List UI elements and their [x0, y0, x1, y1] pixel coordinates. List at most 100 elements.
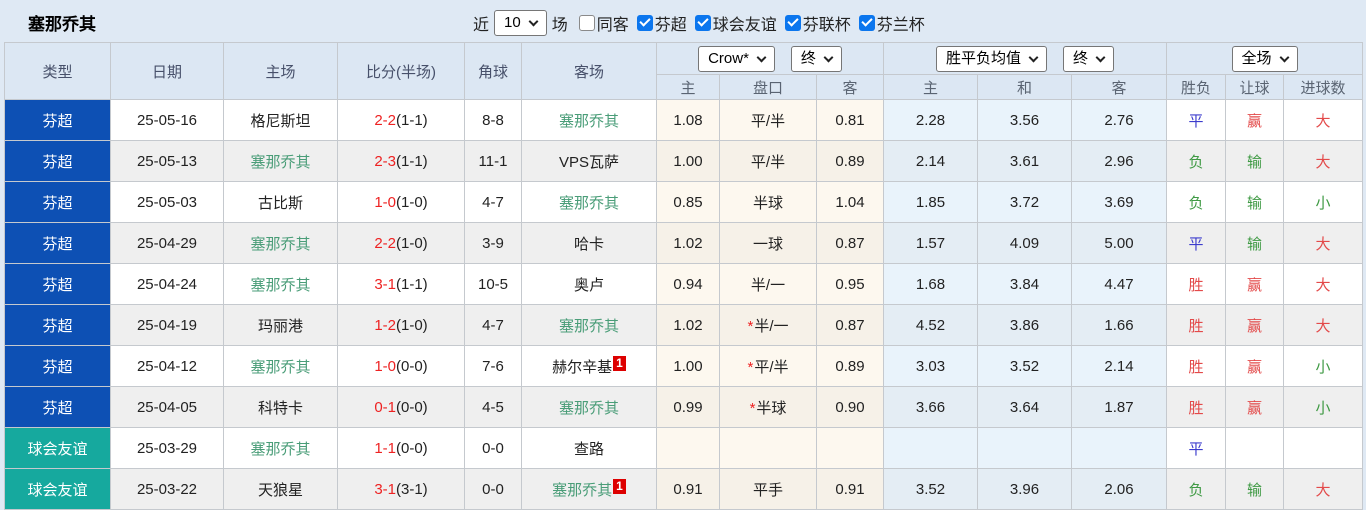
corners-cell: 0-0 — [464, 427, 522, 469]
team-name-text: 格尼斯坦 — [250, 112, 311, 130]
away-team-cell: 赫尔辛基 1 — [521, 345, 657, 387]
goals-result-cell — [1283, 427, 1364, 469]
handicap-result-cell — [1225, 427, 1285, 469]
date-cell: 25-04-05 — [110, 386, 224, 428]
date-cell: 25-04-29 — [110, 222, 224, 264]
score-cell: 2-2(1-0) — [337, 222, 465, 264]
avg-away-odds-cell: 2.76 — [1071, 99, 1168, 141]
handicap-away-odds-cell: 0.89 — [815, 140, 885, 182]
date-cell: 25-05-03 — [110, 181, 224, 223]
top-bar: 塞那乔其 近 10 场 同客 芬超 球会友谊 芬联杯 芬兰杯 — [0, 0, 1366, 42]
team-name-text: 科特卡 — [257, 399, 303, 417]
page-title: 塞那乔其 — [28, 15, 96, 34]
handicap-result-cell: 赢 — [1225, 386, 1285, 428]
fulltime-score: 0-1 — [374, 398, 396, 416]
checkbox-checked-icon[interactable] — [636, 14, 653, 31]
avg-home-odds-cell: 3.66 — [883, 386, 979, 428]
corners-cell: 3-9 — [464, 222, 522, 264]
score-cell: 2-3(1-1) — [337, 140, 465, 182]
avg-home-odds-cell: 4.52 — [883, 304, 979, 346]
away-team-cell: VPS瓦萨 — [521, 140, 657, 182]
fulltime-score: 3-1 — [374, 480, 396, 498]
handicap-result-cell: 赢 — [1225, 99, 1285, 141]
handicap-home-odds-cell: 0.91 — [656, 468, 720, 510]
handicap-home-odds-cell: 1.00 — [656, 345, 720, 387]
result-cell: 胜 — [1166, 263, 1227, 305]
handicap-time-select[interactable]: 终 — [790, 45, 842, 72]
filter-item: 芬兰杯 — [853, 11, 925, 35]
avg-draw-odds-cell: 3.84 — [977, 263, 1073, 305]
star-marker: * — [747, 358, 754, 376]
scope-select[interactable]: 全场 — [1231, 45, 1298, 72]
avg-draw-odds-cell: 3.64 — [977, 386, 1073, 428]
handicap-away-odds-cell: 0.81 — [815, 99, 885, 141]
table-row: 芬超 25-05-13 塞那乔其 2-3(1-1) 11-1 VPS瓦萨 1.00 平/半 0.… — [4, 140, 1364, 182]
avg-draw-odds-cell: 3.61 — [977, 140, 1073, 182]
avg-draw-odds-cell: 3.72 — [977, 181, 1073, 223]
team-name-text: 查路 — [573, 440, 604, 458]
chevron-down-icon — [1095, 52, 1106, 62]
handicap-line-cell: 平手 — [719, 468, 817, 510]
table-row: 球会友谊 25-03-22 天狼星 3-1(3-1) 0-0 塞那乔其 1 0.91 平手 0.9… — [4, 468, 1364, 510]
avg-odds-select[interactable]: 胜平负均值 — [936, 45, 1048, 72]
team-name-text: 塞那乔其 — [250, 276, 311, 294]
team-name-text: VPS瓦萨 — [558, 153, 619, 171]
score-cell: 0-1(0-0) — [337, 386, 465, 428]
checkbox-checked-icon[interactable] — [694, 14, 711, 31]
col-header-score: 比分(半场) — [337, 42, 465, 100]
goals-result-cell: 大 — [1283, 304, 1364, 346]
rank-badge: 1 — [613, 478, 626, 494]
col-header-corners: 角球 — [464, 42, 522, 100]
recent-count-select[interactable]: 10 — [494, 9, 547, 36]
matches-label: 场 — [551, 16, 568, 34]
halftime-score: (0-0) — [396, 398, 428, 416]
team-name-text: 塞那乔其 — [250, 153, 311, 171]
type-cell: 芬超 — [4, 99, 111, 141]
handicap-line-text: 半/一 — [750, 276, 786, 294]
handicap-away-odds-cell: 0.91 — [815, 468, 885, 510]
handicap-result-cell: 输 — [1225, 222, 1285, 264]
bookmaker-select[interactable]: Crow* — [698, 45, 775, 72]
star-marker: * — [749, 399, 756, 417]
handicap-line-text: 半球 — [752, 194, 783, 212]
type-cell: 球会友谊 — [4, 427, 111, 469]
avg-away-odds-cell: 5.00 — [1071, 222, 1168, 264]
checkbox-checked-icon[interactable] — [784, 14, 801, 31]
col-header-home: 主场 — [223, 42, 338, 100]
goals-result-cell: 大 — [1283, 140, 1364, 182]
checkbox-checked-icon[interactable] — [858, 14, 875, 31]
handicap-home-odds-cell: 1.00 — [656, 140, 720, 182]
handicap-home-odds-cell: 1.08 — [656, 99, 720, 141]
halftime-score: (0-0) — [396, 439, 428, 457]
goals-result-cell: 小 — [1283, 345, 1364, 387]
recent-label: 近 — [473, 16, 490, 34]
fulltime-score: 1-0 — [374, 193, 396, 211]
date-cell: 25-04-24 — [110, 263, 224, 305]
home-team-cell: 古比斯 — [223, 181, 338, 223]
table-row: 球会友谊 25-03-29 塞那乔其 1-1(0-0) 0-0 查路平 — [4, 427, 1364, 469]
filter-checkboxes: 同客 芬超 球会友谊 芬联杯 芬兰杯 — [573, 11, 927, 35]
avg-draw-odds-cell: 4.09 — [977, 222, 1073, 264]
avg-away-odds-cell: 2.14 — [1071, 345, 1168, 387]
avg-draw-odds-cell: 3.52 — [977, 345, 1073, 387]
team-name-text: 赫尔辛基 — [552, 358, 613, 376]
result-cell: 胜 — [1166, 304, 1227, 346]
result-cell: 胜 — [1166, 345, 1227, 387]
avg-draw-odds-cell: 3.86 — [977, 304, 1073, 346]
handicap-result-cell: 输 — [1225, 140, 1285, 182]
fulltime-score: 1-0 — [374, 357, 396, 375]
corners-cell: 10-5 — [464, 263, 522, 305]
table-row: 芬超 25-04-12 塞那乔其 1-0(0-0) 7-6 赫尔辛基 1 1.00 *平/半 0.… — [4, 345, 1364, 387]
chevron-down-icon — [1028, 52, 1039, 62]
goals-result-cell: 小 — [1283, 386, 1364, 428]
checkbox-unchecked-icon[interactable] — [578, 14, 595, 31]
avg-away-odds-cell: 3.69 — [1071, 181, 1168, 223]
avg-time-select[interactable]: 终 — [1063, 45, 1115, 72]
filter-label: 芬联杯 — [802, 16, 851, 34]
handicap-result-cell: 输 — [1225, 181, 1285, 223]
handicap-away-odds-cell: 0.87 — [815, 304, 885, 346]
handicap-away-odds-cell: 0.87 — [815, 222, 885, 264]
corners-cell: 11-1 — [464, 140, 522, 182]
halftime-score: (1-0) — [396, 193, 428, 211]
result-cell: 负 — [1166, 468, 1227, 510]
